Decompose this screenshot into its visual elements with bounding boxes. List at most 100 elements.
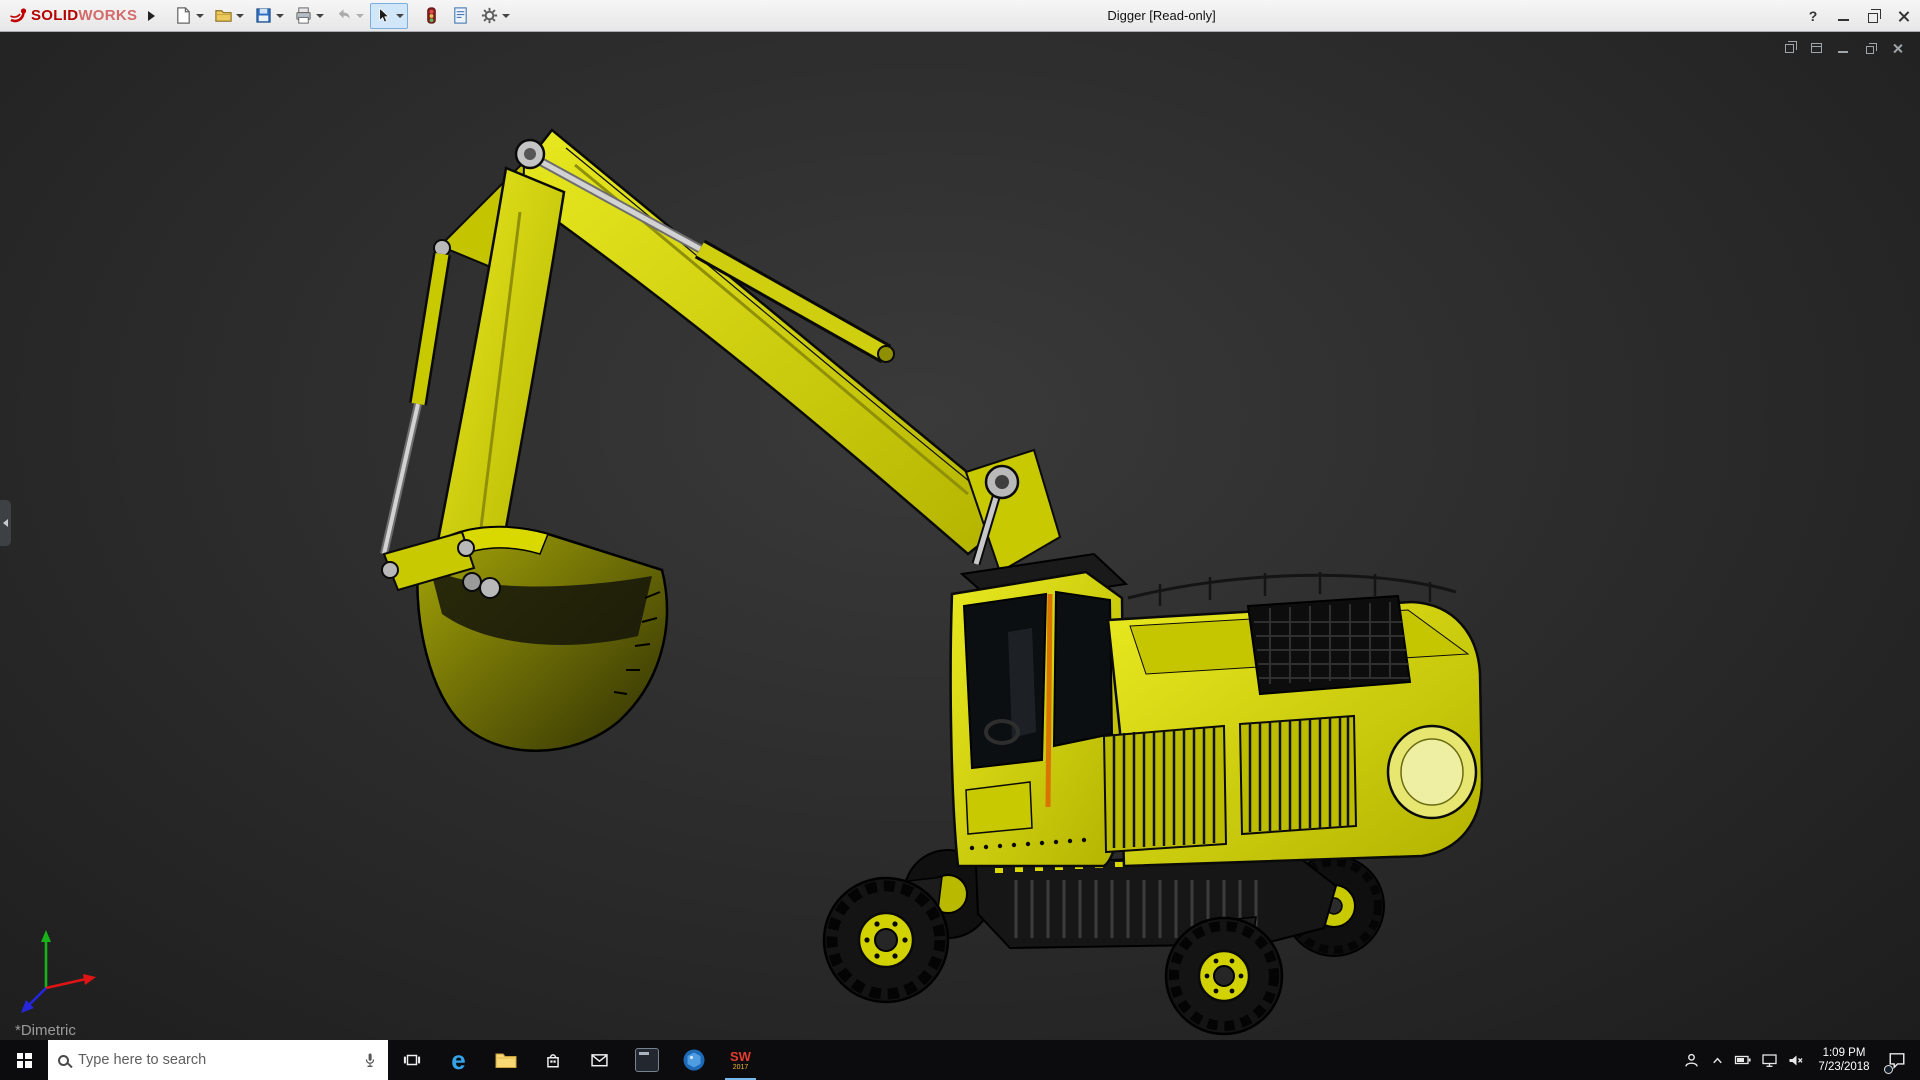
windows-logo-icon — [16, 1052, 32, 1068]
excavator-model — [380, 128, 1484, 1036]
select-cursor-icon — [379, 7, 390, 23]
window-title: Digger [Read-only] — [1107, 8, 1216, 23]
toolbar-expand-arrow[interactable] — [143, 3, 159, 29]
file-explorer-icon — [495, 1053, 516, 1068]
store-bag-icon — [546, 1054, 559, 1068]
doc-cascade-button[interactable] — [1780, 40, 1798, 56]
doc-minimize-button[interactable] — [1834, 40, 1852, 56]
dropdown-caret-icon[interactable] — [276, 13, 285, 18]
help-icon: ? — [1808, 8, 1818, 24]
doc-restore-button[interactable] — [1861, 40, 1879, 56]
restore-button[interactable] — [1858, 0, 1888, 32]
start-button[interactable] — [0, 1040, 48, 1080]
solidworks-2017-icon: SW 2017 — [730, 1048, 751, 1071]
mail-button[interactable] — [576, 1040, 623, 1080]
dropdown-caret-icon[interactable] — [502, 13, 511, 18]
windows-taskbar: e — [0, 1040, 1920, 1080]
select-tool-button[interactable] — [370, 2, 409, 29]
people-button[interactable] — [1678, 1040, 1704, 1080]
edge-browser-button[interactable]: e — [435, 1040, 482, 1080]
mail-envelope-icon — [591, 1054, 608, 1067]
dark-window-app-button[interactable] — [623, 1040, 670, 1080]
notification-badge — [1884, 1065, 1893, 1074]
minimize-icon — [1838, 51, 1848, 53]
solidworks-window: SOLIDWORKS Digger [Read-only] ? *Dimetri… — [0, 0, 1920, 1080]
dropdown-caret-icon[interactable] — [196, 13, 205, 18]
cascade-windows-icon — [1784, 40, 1798, 53]
edge-icon: e — [451, 1045, 466, 1075]
minimize-button[interactable] — [1828, 0, 1858, 32]
undo-icon — [339, 9, 351, 19]
microphone-icon[interactable] — [362, 1052, 378, 1068]
solidworks-logo: SOLIDWORKS — [0, 6, 143, 26]
titlebar: SOLIDWORKS Digger [Read-only] ? — [0, 0, 1920, 32]
blue-sphere-app-button[interactable] — [670, 1040, 717, 1080]
file-explorer-button[interactable] — [482, 1040, 529, 1080]
system-tray: 1:09 PM 7/23/2018 — [1678, 1040, 1920, 1080]
panel-collapse-tab[interactable] — [0, 500, 11, 546]
taskbar-search-box[interactable] — [48, 1040, 388, 1080]
display-icon — [1761, 1053, 1777, 1067]
battery-button[interactable] — [1730, 1040, 1756, 1080]
brand-text-works: WORKS — [78, 6, 138, 24]
search-icon — [58, 1054, 69, 1066]
brand-text-solid: SOLID — [31, 6, 79, 24]
ds-logo-icon — [10, 7, 27, 22]
file-properties-icon — [454, 7, 468, 24]
chevron-left-icon — [3, 519, 8, 527]
close-icon — [1897, 10, 1910, 23]
save-icon — [256, 8, 271, 23]
task-view-button[interactable] — [388, 1040, 435, 1080]
task-view-icon — [403, 1054, 420, 1066]
print-icon — [296, 7, 311, 24]
rebuild-stoplight-icon — [427, 7, 437, 24]
help-button[interactable]: ? — [1798, 0, 1828, 32]
search-input[interactable] — [78, 1052, 353, 1068]
window-controls: ? — [1798, 0, 1918, 32]
restore-icon — [1868, 8, 1882, 23]
close-icon — [1892, 43, 1903, 54]
battery-icon — [1734, 1055, 1751, 1065]
orientation-label: *Dimetric — [15, 1022, 76, 1039]
close-button[interactable] — [1888, 0, 1918, 32]
blue-sphere-app-icon — [683, 1049, 704, 1071]
dropdown-caret-icon[interactable] — [396, 13, 405, 18]
clock-time: 1:09 PM — [1822, 1047, 1866, 1059]
quick-access-toolbar — [169, 2, 515, 29]
new-document-icon — [177, 7, 191, 24]
volume-muted-icon — [1789, 1055, 1802, 1065]
minimize-icon — [1837, 19, 1849, 21]
options-gear-icon — [482, 7, 498, 24]
taskbar-clock[interactable]: 1:09 PM 7/23/2018 — [1808, 1046, 1880, 1074]
chevron-up-icon — [1712, 1057, 1722, 1063]
orientation-triad-icon — [21, 930, 96, 1013]
options-button[interactable] — [476, 3, 514, 29]
doc-close-button[interactable] — [1888, 40, 1906, 56]
volume-button[interactable] — [1782, 1040, 1808, 1080]
dark-window-app-icon — [634, 1048, 659, 1072]
solidworks-app-button[interactable]: SW 2017 — [717, 1040, 764, 1080]
new-document-button[interactable] — [170, 3, 208, 29]
rebuild-button[interactable] — [418, 3, 445, 29]
dropdown-caret-icon[interactable] — [236, 13, 245, 18]
open-folder-icon — [215, 10, 233, 22]
people-icon — [1684, 1053, 1698, 1067]
print-button[interactable] — [290, 3, 328, 29]
restore-icon — [1866, 42, 1878, 54]
store-button[interactable] — [529, 1040, 576, 1080]
hidden-icons-button[interactable] — [1704, 1040, 1730, 1080]
tile-windows-icon — [1810, 43, 1822, 53]
save-button[interactable] — [250, 3, 288, 29]
dropdown-caret-icon[interactable] — [316, 13, 325, 18]
action-center-button[interactable] — [1880, 1040, 1914, 1080]
clock-date: 7/23/2018 — [1818, 1061, 1870, 1073]
undo-button[interactable] — [330, 3, 368, 29]
document-window-controls — [1780, 40, 1906, 56]
open-button[interactable] — [210, 3, 248, 29]
right-triangle-icon — [147, 10, 155, 21]
display-button[interactable] — [1756, 1040, 1782, 1080]
graphics-viewport[interactable]: *Dimetric — [0, 32, 1920, 1040]
dropdown-caret-icon[interactable] — [356, 13, 365, 18]
doc-tile-button[interactable] — [1807, 40, 1825, 56]
file-properties-button[interactable] — [447, 3, 474, 29]
